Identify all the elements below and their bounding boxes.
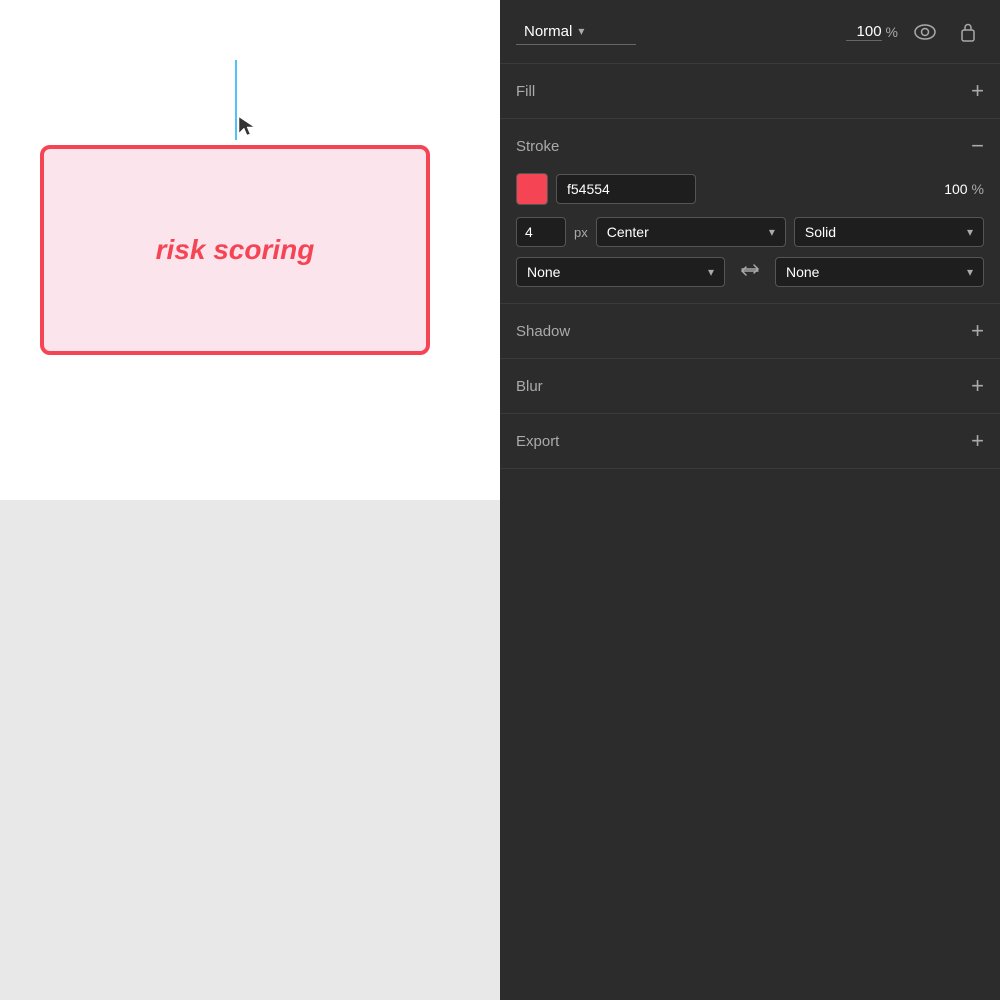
stroke-color-swatch[interactable] [516, 173, 548, 205]
stroke-section-title: Stroke [516, 138, 559, 155]
blur-section: Blur + [500, 359, 1000, 414]
stroke-end-label: None [786, 264, 819, 280]
stroke-section: Stroke − 100 % px Cen [500, 119, 1000, 304]
export-add-button[interactable]: + [971, 430, 984, 452]
stroke-row2: px Center ▾ Solid ▾ [516, 217, 984, 247]
stroke-opacity-row: 100 % [932, 181, 984, 197]
opacity-unit: % [886, 24, 898, 40]
shadow-section-header: Shadow + [516, 304, 984, 358]
stroke-style-select[interactable]: Solid ▾ [794, 217, 984, 247]
canvas-area: risk scoring [0, 0, 500, 1000]
risk-scoring-label: risk scoring [156, 234, 315, 266]
blur-add-button[interactable]: + [971, 375, 984, 397]
stroke-start-label: None [527, 264, 560, 280]
opacity-area: 100 % [846, 23, 898, 41]
stroke-width-input[interactable] [516, 217, 566, 247]
lock-button[interactable] [952, 18, 984, 46]
stroke-style-chevron: ▾ [967, 225, 973, 239]
stroke-align-label: Center [607, 224, 649, 240]
stroke-align-select[interactable]: Center ▾ [596, 217, 786, 247]
stroke-style-label: Solid [805, 224, 836, 240]
stroke-start-select[interactable]: None ▾ [516, 257, 725, 287]
stroke-end-select[interactable]: None ▾ [775, 257, 984, 287]
blur-section-title: Blur [516, 378, 543, 395]
export-section-header: Export + [516, 414, 984, 468]
stroke-start-chevron: ▾ [708, 265, 714, 279]
export-section: Export + [500, 414, 1000, 469]
stroke-swap-button[interactable] [733, 258, 767, 287]
shadow-section-title: Shadow [516, 323, 570, 340]
stroke-hex-input[interactable] [556, 174, 696, 204]
opacity-value[interactable]: 100 [846, 23, 882, 41]
visibility-button[interactable] [906, 20, 944, 44]
canvas-top: risk scoring [0, 0, 500, 500]
blend-mode-select[interactable]: Normal ▾ [516, 19, 636, 45]
stroke-minus-button[interactable]: − [971, 135, 984, 157]
stroke-row3: None ▾ None ▾ [516, 257, 984, 287]
stroke-row1: 100 % [516, 173, 984, 205]
stroke-align-chevron: ▾ [769, 225, 775, 239]
shadow-section: Shadow + [500, 304, 1000, 359]
stroke-opacity-value: 100 [932, 181, 968, 197]
fill-add-button[interactable]: + [971, 80, 984, 102]
blend-mode-chevron: ▾ [578, 24, 584, 38]
canvas-bottom [0, 500, 500, 1000]
shadow-add-button[interactable]: + [971, 320, 984, 342]
blend-mode-label: Normal [524, 23, 572, 40]
stroke-content: 100 % px Center ▾ Solid ▾ [516, 173, 984, 303]
stroke-end-chevron: ▾ [967, 265, 973, 279]
stroke-unit: px [574, 225, 588, 240]
fill-section-title: Fill [516, 83, 535, 100]
fill-section-header: Fill + [516, 64, 984, 118]
fill-section: Fill + [500, 64, 1000, 119]
sections-container: Fill + Stroke − 100 % [500, 64, 1000, 1000]
export-section-title: Export [516, 433, 559, 450]
blur-section-header: Blur + [516, 359, 984, 413]
top-bar: Normal ▾ 100 % [500, 0, 1000, 64]
risk-scoring-box[interactable]: risk scoring [40, 145, 430, 355]
right-panel: Normal ▾ 100 % Fill + [500, 0, 1000, 1000]
stroke-section-header: Stroke − [516, 119, 984, 173]
stroke-opacity-unit: % [972, 181, 984, 197]
